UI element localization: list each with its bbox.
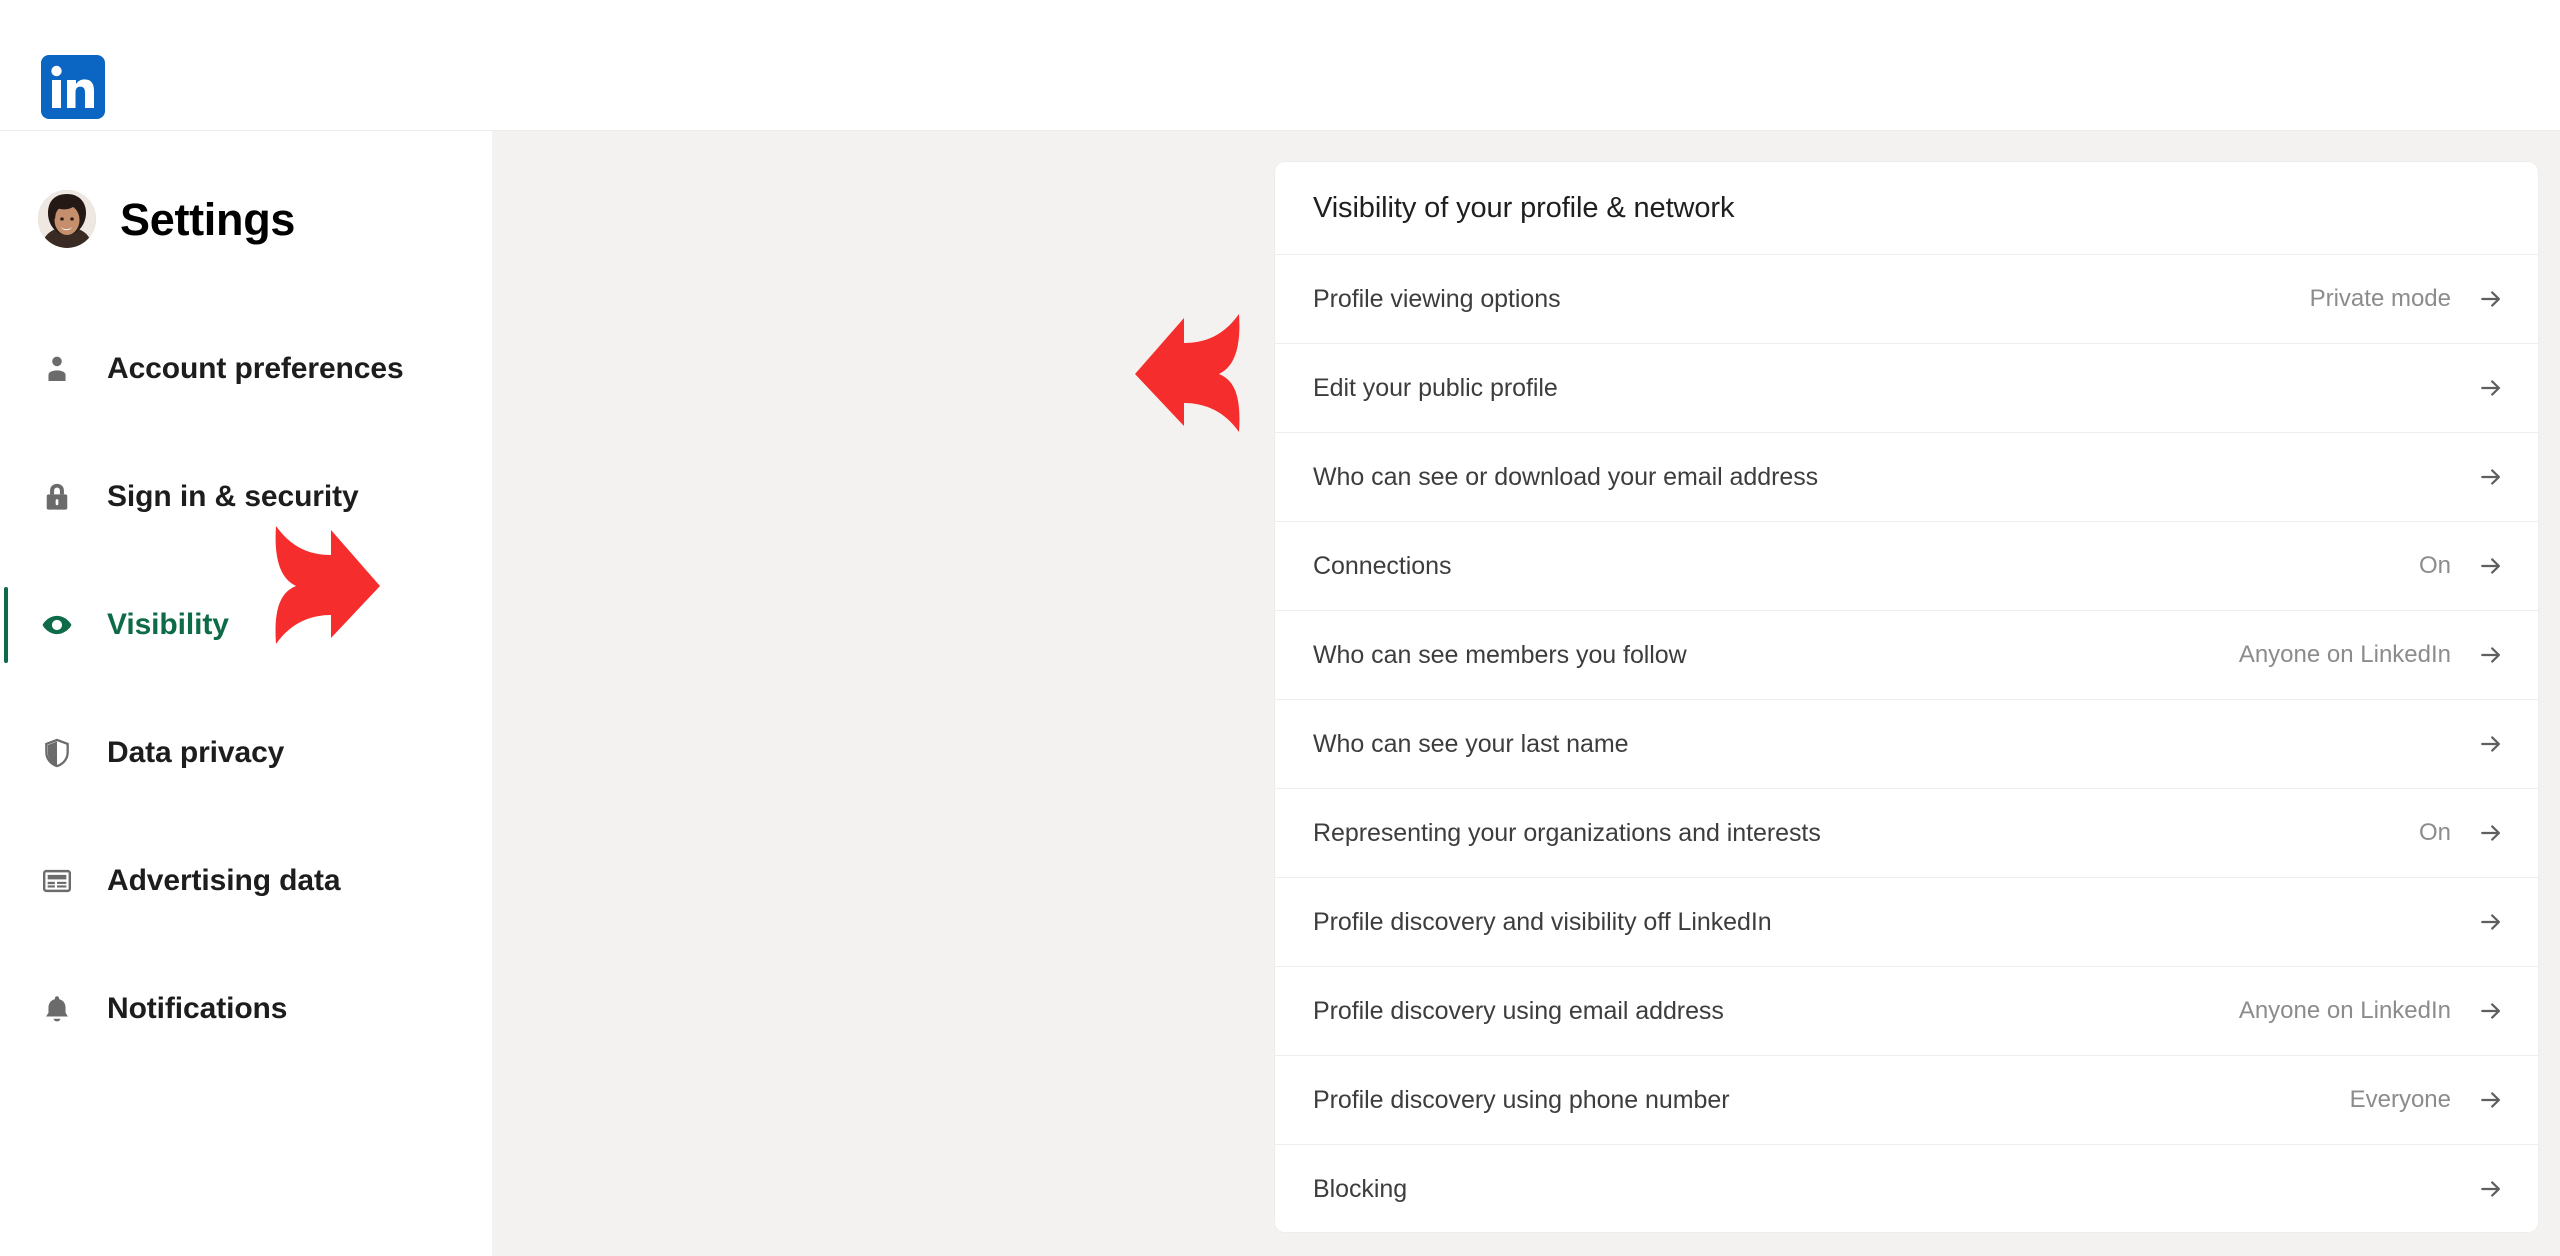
setting-row-who-can-see-members-you-follow[interactable]: Who can see members you follow Anyone on… (1275, 610, 2538, 699)
active-indicator (4, 843, 8, 919)
arrow-right-icon[interactable] (2476, 373, 2506, 403)
setting-row-edit-your-public-profile[interactable]: Edit your public profile (1275, 343, 2538, 432)
row-label: Connections (1313, 551, 1452, 580)
row-value: Anyone on LinkedIn (2238, 641, 2451, 668)
sidebar-item-label: Data privacy (107, 736, 285, 769)
sidebar-item-label: Notifications (107, 992, 288, 1025)
arrow-right-icon[interactable] (2476, 284, 2506, 314)
active-indicator (4, 587, 8, 663)
sidebar-item-advertising-data[interactable]: Advertising data (0, 817, 492, 945)
row-label: Who can see or download your email addre… (1313, 462, 1819, 491)
sidebar-item-label: Visibility (107, 608, 229, 641)
row-label: Profile discovery and visibility off Lin… (1313, 907, 1772, 936)
setting-row-profile-viewing-options[interactable]: Profile viewing options Private mode (1275, 254, 2538, 343)
row-label: Edit your public profile (1313, 373, 1558, 402)
setting-row-connections[interactable]: Connections On (1275, 521, 2538, 610)
row-label: Profile discovery using phone number (1313, 1085, 1730, 1114)
arrow-right-icon[interactable] (2476, 818, 2506, 848)
settings-header: Settings (0, 171, 492, 267)
setting-row-profile-discovery-using-phone-number[interactable]: Profile discovery using phone number Eve… (1275, 1055, 2538, 1144)
sidebar-item-account-preferences[interactable]: Account preferences (0, 305, 492, 433)
sidebar-item-sign-in-security[interactable]: Sign in & security (0, 433, 492, 561)
row-label: Profile viewing options (1313, 284, 1561, 313)
row-value: Anyone on LinkedIn (2238, 997, 2451, 1024)
settings-page: Settings Account preferences Sign in & s… (0, 0, 2560, 1256)
bell-icon (38, 990, 76, 1028)
sidebar-item-label: Sign in & security (107, 480, 359, 513)
setting-row-profile-discovery-and-visibility-off-linkedin[interactable]: Profile discovery and visibility off Lin… (1275, 877, 2538, 966)
arrow-right-icon[interactable] (2476, 551, 2506, 581)
page-title: Settings (120, 193, 296, 245)
lock-icon (38, 478, 76, 516)
sidebar-item-notifications[interactable]: Notifications (0, 945, 492, 1073)
sidebar-nav: Account preferences Sign in & security V… (0, 305, 492, 1073)
arrow-right-icon[interactable] (2476, 996, 2506, 1026)
row-label: Who can see members you follow (1313, 640, 1687, 669)
arrow-right-icon[interactable] (2476, 729, 2506, 759)
settings-sidebar: Settings Account preferences Sign in & s… (0, 131, 492, 1256)
row-label: Representing your organizations and inte… (1313, 818, 1821, 847)
row-value: Private mode (2309, 285, 2451, 312)
sidebar-item-visibility[interactable]: Visibility (0, 561, 492, 689)
active-indicator (4, 715, 8, 791)
global-top-bar (0, 0, 2560, 131)
arrow-right-icon[interactable] (2476, 1174, 2506, 1204)
person-icon (38, 350, 76, 388)
setting-row-blocking[interactable]: Blocking (1275, 1144, 2538, 1232)
main-content: Visibility of your profile & network Pro… (492, 131, 2560, 1256)
sidebar-item-data-privacy[interactable]: Data privacy (0, 689, 492, 817)
sidebar-item-label: Advertising data (107, 864, 341, 897)
setting-row-profile-discovery-using-email-address[interactable]: Profile discovery using email address An… (1275, 966, 2538, 1055)
visibility-settings-card: Visibility of your profile & network Pro… (1275, 162, 2538, 1232)
row-value: Everyone (2349, 1086, 2451, 1113)
setting-row-representing-your-organizations-and-interests[interactable]: Representing your organizations and inte… (1275, 788, 2538, 877)
arrow-right-icon[interactable] (2476, 907, 2506, 937)
row-label: Who can see your last name (1313, 729, 1629, 758)
active-indicator (4, 971, 8, 1047)
active-indicator (4, 331, 8, 407)
row-value: On (2418, 819, 2451, 846)
row-value: On (2418, 552, 2451, 579)
eye-icon (38, 606, 76, 644)
row-label: Profile discovery using email address (1313, 996, 1724, 1025)
shield-icon (38, 734, 76, 772)
arrow-right-icon[interactable] (2476, 640, 2506, 670)
arrow-right-icon[interactable] (2476, 1085, 2506, 1115)
setting-row-who-can-see-your-last-name[interactable]: Who can see your last name (1275, 699, 2538, 788)
row-label: Blocking (1313, 1174, 1408, 1203)
setting-row-who-can-see-or-download-your-email-address[interactable]: Who can see or download your email addre… (1275, 432, 2538, 521)
linkedin-logo-icon[interactable] (41, 55, 105, 119)
arrow-right-icon[interactable] (2476, 462, 2506, 492)
ad-card-icon (38, 862, 76, 900)
card-title: Visibility of your profile & network (1313, 191, 1735, 224)
active-indicator (4, 459, 8, 535)
avatar[interactable] (38, 190, 96, 248)
sidebar-item-label: Account preferences (107, 352, 404, 385)
